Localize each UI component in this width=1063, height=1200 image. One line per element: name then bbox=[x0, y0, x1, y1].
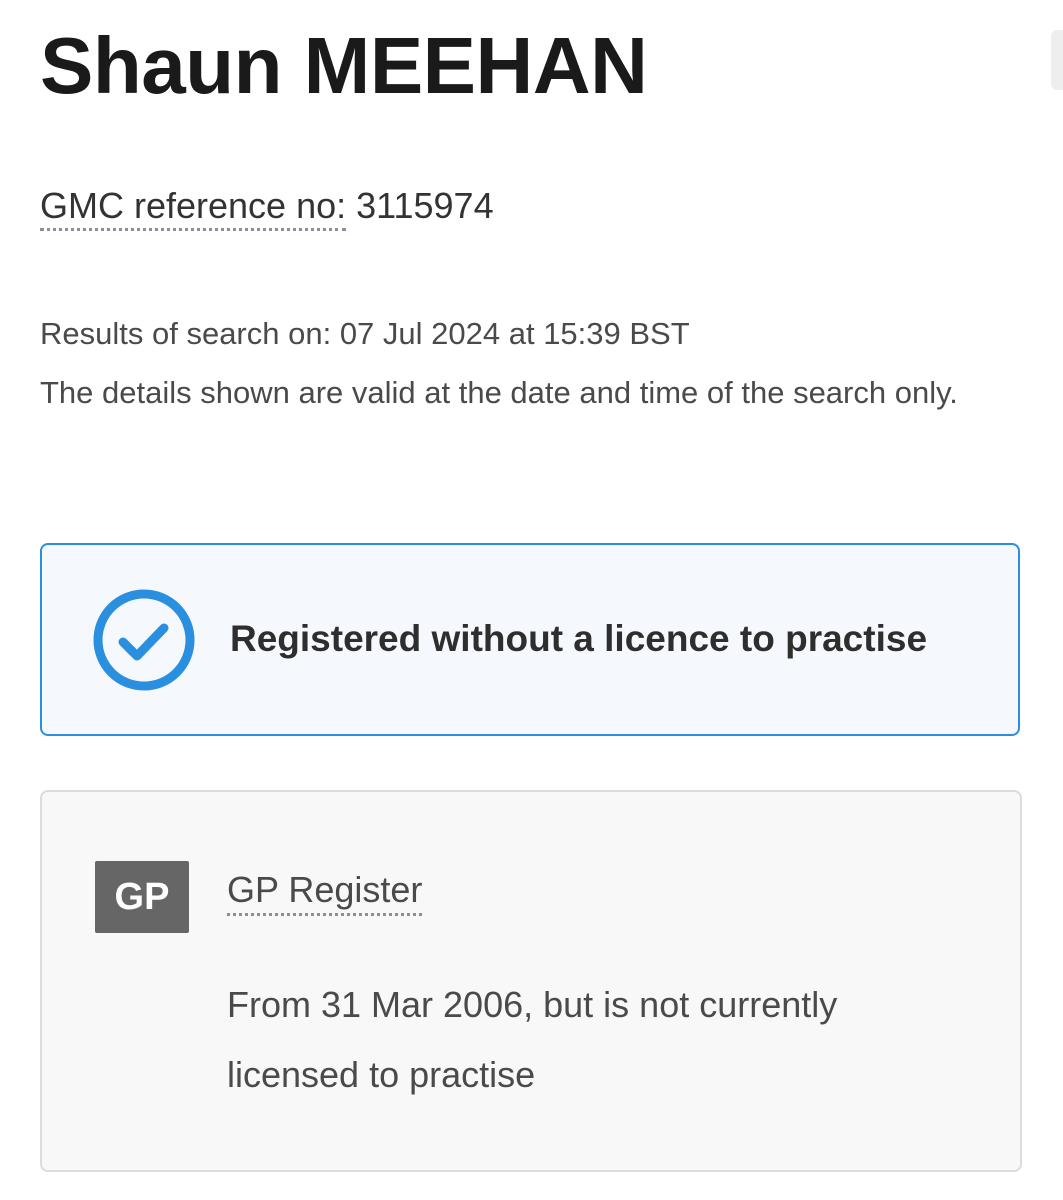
doctor-record-page: Shaun MEEHAN GMC reference no: 3115974 Re… bbox=[0, 0, 1063, 1200]
gp-badge: GP bbox=[95, 861, 189, 933]
search-results-line: Results of search on: 07 Jul 2024 at 15:… bbox=[40, 316, 690, 351]
search-info: Results of search on: 07 Jul 2024 at 15:… bbox=[40, 304, 1030, 422]
gmc-reference-number: 3115974 bbox=[356, 185, 494, 226]
gp-register-card: GP GP Register From 31 Mar 2006, but is … bbox=[40, 790, 1022, 1172]
search-validity-note: The details shown are valid at the date … bbox=[40, 375, 958, 410]
gmc-reference-label[interactable]: GMC reference no: bbox=[40, 185, 347, 231]
gp-register-detail: From 31 Mar 2006, but is not currently l… bbox=[227, 984, 838, 1095]
registration-status-text: Registered without a licence to practise bbox=[230, 618, 928, 659]
scrollbar-edge[interactable] bbox=[1051, 30, 1063, 90]
gp-register-link[interactable]: GP Register bbox=[227, 868, 423, 917]
registration-status-card: Registered without a licence to practise bbox=[40, 543, 1020, 736]
check-circle-icon bbox=[92, 588, 196, 692]
gmc-reference-row: GMC reference no: 3115974 bbox=[40, 184, 494, 231]
doctor-name: Shaun MEEHAN bbox=[40, 21, 648, 110]
